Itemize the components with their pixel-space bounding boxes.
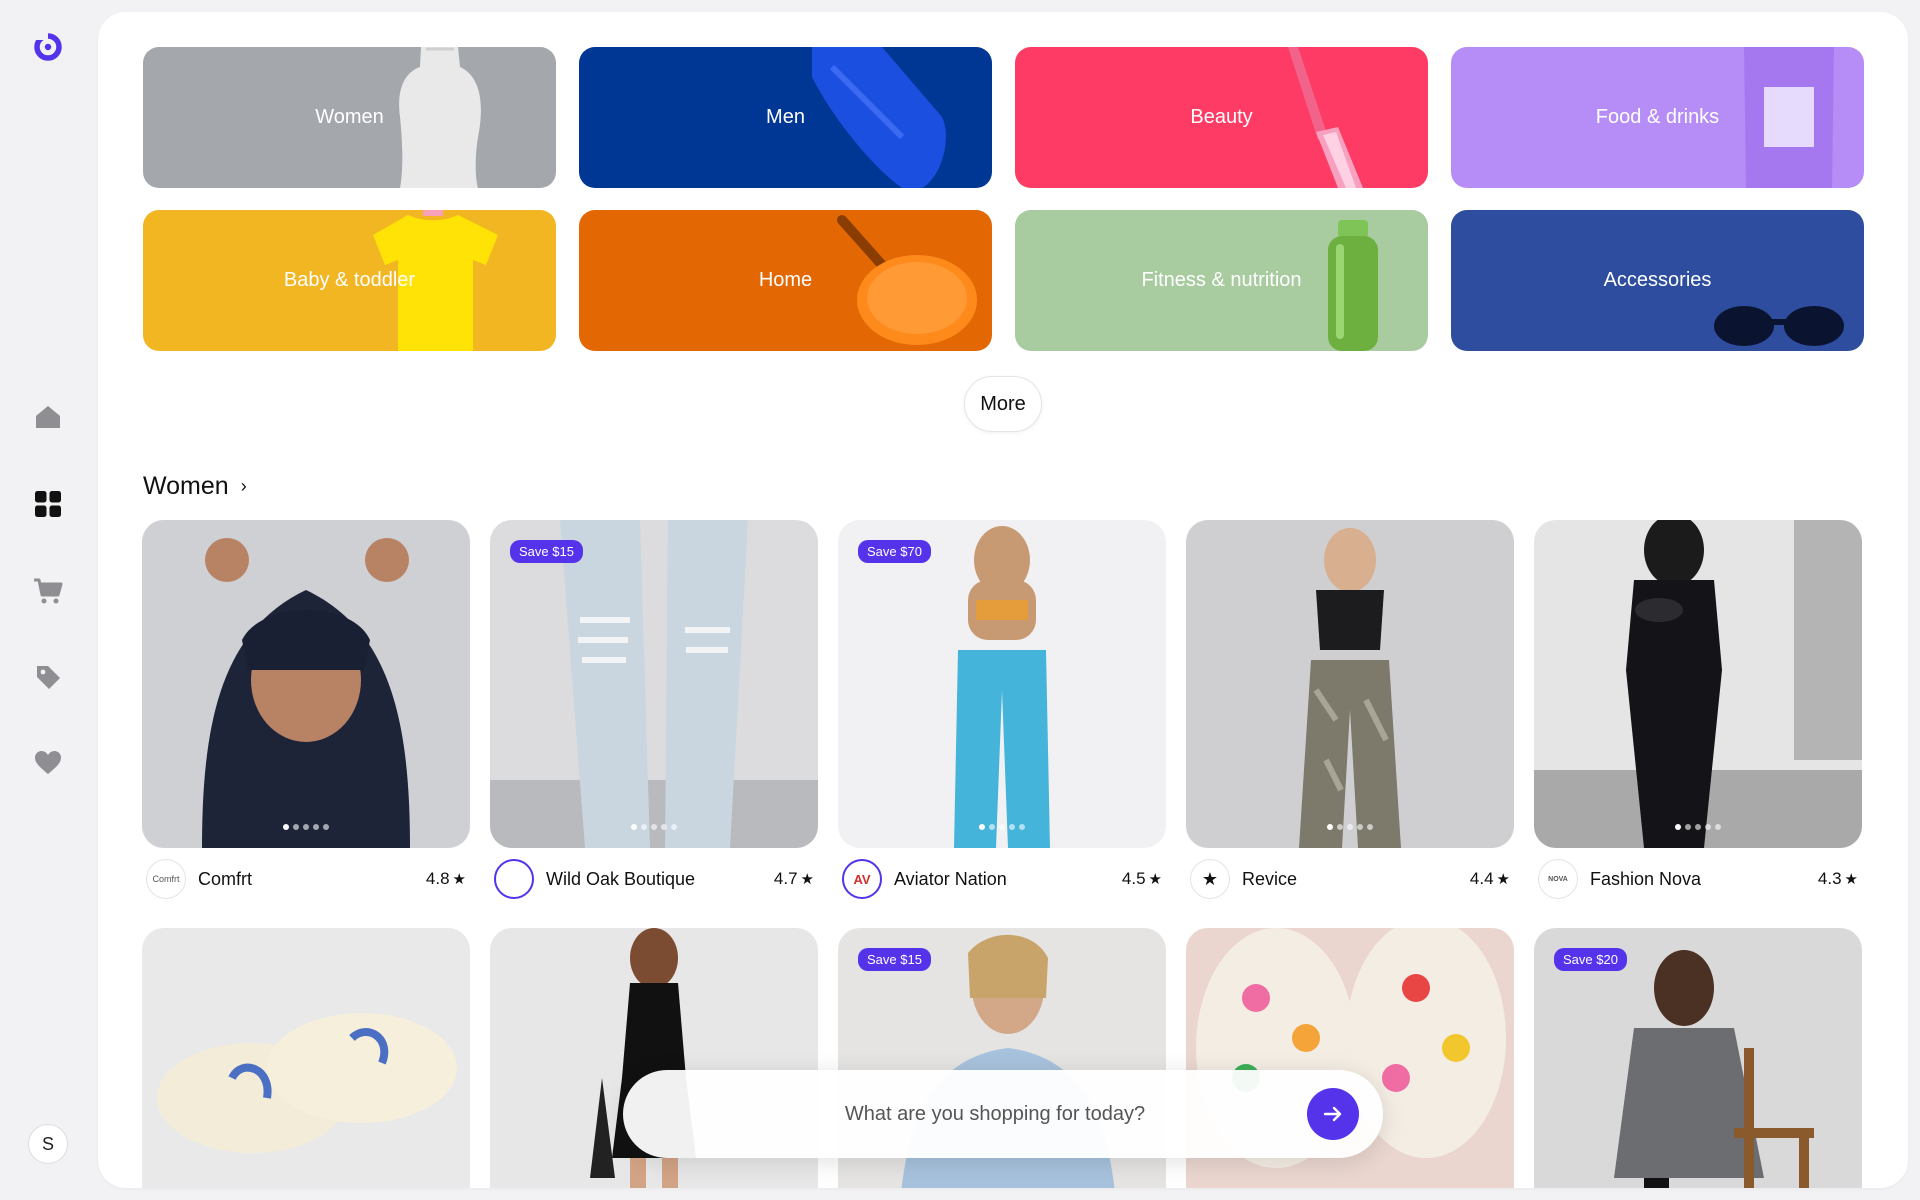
- product-card: [142, 928, 470, 1188]
- product-meta: NOVA Fashion Nova 4.3 ★: [1534, 848, 1862, 910]
- shop-logo[interactable]: NOVA: [1538, 859, 1578, 899]
- product-meta: AV Aviator Nation 4.5 ★: [838, 848, 1166, 910]
- star-icon: ★: [1148, 871, 1162, 888]
- shop-name[interactable]: Wild Oak Boutique: [546, 869, 774, 890]
- product-card: Comfrt Comfrt 4.8 ★: [142, 520, 470, 910]
- search-input[interactable]: [623, 1070, 1307, 1158]
- rating-value: 4.4: [1469, 869, 1494, 888]
- category-label: Food & drinks: [1595, 106, 1720, 128]
- category-women[interactable]: Women: [143, 47, 556, 188]
- main-panel: Women Men Beauty Food & drinks Baby & to…: [98, 12, 1908, 1188]
- product-image[interactable]: [142, 520, 470, 848]
- carousel-dots[interactable]: [1327, 824, 1373, 830]
- shop-logo-icon[interactable]: [32, 30, 64, 62]
- search-bar: [623, 1070, 1383, 1158]
- shop-logo[interactable]: [494, 859, 534, 899]
- product-image[interactable]: [142, 928, 470, 1188]
- product-meta: ★ Revice 4.4 ★: [1186, 848, 1514, 910]
- save-badge: Save $20: [1554, 948, 1627, 971]
- rating-value: 4.7: [773, 869, 798, 888]
- shop-name[interactable]: Aviator Nation: [894, 869, 1122, 890]
- section-title-women[interactable]: Women ›: [143, 472, 247, 501]
- shop-name[interactable]: Comfrt: [198, 869, 426, 890]
- carousel-dots[interactable]: [283, 824, 329, 830]
- category-beauty[interactable]: Beauty: [1015, 47, 1428, 188]
- save-badge: Save $70: [858, 540, 931, 563]
- star-icon: ★: [1844, 871, 1858, 888]
- category-label: Baby & toddler: [283, 269, 416, 291]
- category-accessories[interactable]: Accessories: [1451, 210, 1864, 351]
- product-meta: Comfrt Comfrt 4.8 ★: [142, 848, 470, 910]
- sidebar: S: [0, 0, 96, 1200]
- carousel-dots[interactable]: [631, 824, 677, 830]
- product-card: ★ Revice 4.4 ★: [1186, 520, 1514, 910]
- category-food-drinks[interactable]: Food & drinks: [1451, 47, 1864, 188]
- product-card: NOVA Fashion Nova 4.3 ★: [1534, 520, 1862, 910]
- heart-icon[interactable]: [32, 747, 64, 779]
- product-card: Save $70 AV Aviator Nation 4.5 ★: [838, 520, 1166, 910]
- product-image[interactable]: Save $15: [490, 520, 818, 848]
- product-image[interactable]: Save $70: [838, 520, 1166, 848]
- rating: 4.7 ★: [774, 869, 814, 889]
- product-image[interactable]: [1186, 520, 1514, 848]
- rating: 4.3 ★: [1818, 869, 1858, 889]
- shop-logo[interactable]: Comfrt: [146, 859, 186, 899]
- product-card: Save $15 Wild Oak Boutique 4.7 ★: [490, 520, 818, 910]
- home-icon[interactable]: [32, 401, 64, 433]
- shop-logo[interactable]: AV: [842, 859, 882, 899]
- rating-value: 4.3: [1817, 869, 1842, 888]
- rating: 4.8 ★: [426, 869, 466, 889]
- arrow-right-icon: [1323, 1106, 1342, 1122]
- save-badge: Save $15: [858, 948, 931, 971]
- star-icon: ★: [452, 871, 466, 888]
- submit-search-button[interactable]: [1307, 1088, 1359, 1140]
- avatar-initial: S: [41, 1133, 54, 1154]
- category-fitness-nutrition[interactable]: Fitness & nutrition: [1015, 210, 1428, 351]
- shop-logo[interactable]: ★: [1190, 859, 1230, 899]
- product-card: Save $20: [1534, 928, 1862, 1188]
- rating: 4.5 ★: [1122, 869, 1162, 889]
- product-meta: Wild Oak Boutique 4.7 ★: [490, 848, 818, 910]
- avatar[interactable]: S: [28, 1124, 68, 1164]
- star-icon: ★: [800, 871, 814, 888]
- category-label: Fitness & nutrition: [1141, 269, 1302, 291]
- category-grid: Women Men Beauty Food & drinks Baby & to…: [143, 47, 1865, 351]
- save-badge: Save $15: [510, 540, 583, 563]
- shop-name[interactable]: Fashion Nova: [1590, 869, 1818, 890]
- product-image[interactable]: Save $20: [1534, 928, 1862, 1188]
- category-home[interactable]: Home: [579, 210, 992, 351]
- carousel-dots[interactable]: [1675, 824, 1721, 830]
- carousel-dots[interactable]: [979, 824, 1025, 830]
- star-icon: ★: [1496, 871, 1510, 888]
- category-label: Beauty: [1190, 106, 1253, 128]
- rating-value: 4.8: [425, 869, 450, 888]
- rating: 4.4 ★: [1470, 869, 1510, 889]
- categories-icon[interactable]: [32, 488, 64, 520]
- category-men[interactable]: Men: [579, 47, 992, 188]
- category-baby-toddler[interactable]: Baby & toddler: [143, 210, 556, 351]
- section-title: Women: [143, 472, 229, 500]
- cart-icon[interactable]: [32, 575, 64, 607]
- category-label: Women: [315, 106, 384, 128]
- chevron-right-icon: ›: [240, 476, 247, 496]
- rating-value: 4.5: [1121, 869, 1146, 888]
- category-label: Men: [766, 106, 805, 128]
- tag-icon[interactable]: [32, 661, 64, 693]
- category-label: Home: [758, 269, 813, 291]
- product-image[interactable]: [1534, 520, 1862, 848]
- more-button[interactable]: More: [964, 376, 1042, 432]
- shop-name[interactable]: Revice: [1242, 869, 1470, 890]
- category-label: Accessories: [1603, 269, 1712, 291]
